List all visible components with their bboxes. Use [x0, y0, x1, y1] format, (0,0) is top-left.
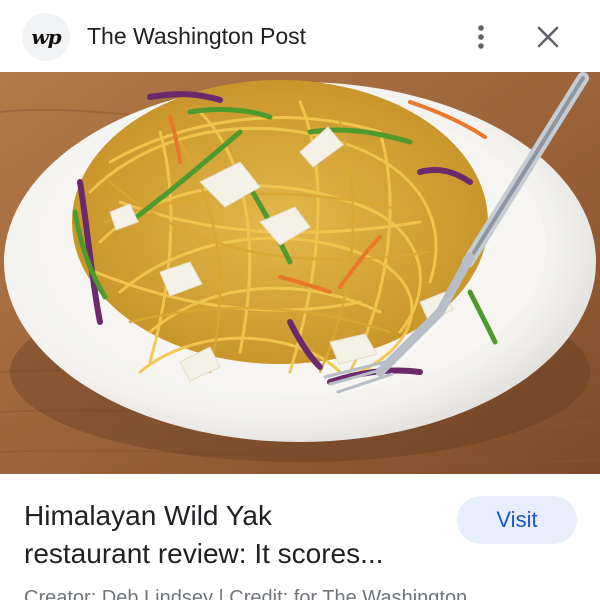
noodle-dish-photo[interactable]	[0, 72, 600, 474]
site-logo-text: wp	[31, 25, 61, 49]
more-options-button[interactable]	[466, 20, 496, 54]
visit-button[interactable]: Visit	[457, 496, 577, 544]
close-button[interactable]	[530, 20, 566, 54]
image-credit: Creator: Deb Lindsey | Credit: for The W…	[24, 587, 468, 600]
article-title[interactable]: Himalayan Wild Yak restaurant review: It…	[24, 497, 444, 573]
more-vert-icon	[478, 25, 484, 49]
article-title-line-1: Himalayan Wild Yak	[24, 500, 272, 531]
photo-illustration	[0, 72, 600, 474]
site-logo: wp	[22, 13, 70, 61]
site-name: The Washington Post	[87, 23, 307, 49]
close-icon	[537, 26, 559, 48]
article-title-line-2: restaurant review: It scores...	[24, 538, 384, 569]
image-preview-page: wp The Washington Post Himalayan Wild Ya…	[0, 0, 600, 600]
header-bar: wp The Washington Post	[0, 0, 600, 72]
